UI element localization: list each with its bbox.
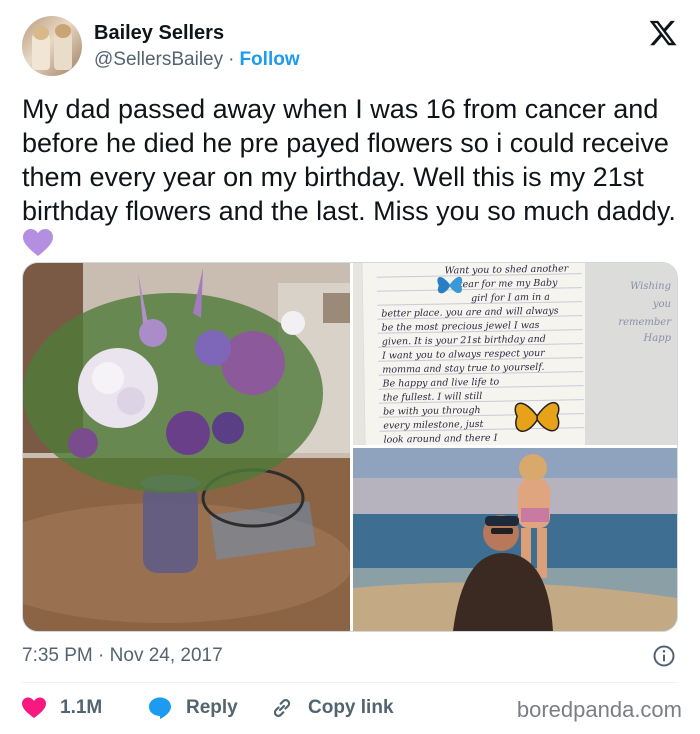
card-word: remember [618,317,671,328]
author-handle-row: @SellersBailey · Follow [94,49,300,71]
like-count: 1.1M [60,697,103,718]
watermark: boredpanda.com [516,697,682,722]
tweet-text: My dad passed away when I was 16 from ca… [22,92,682,262]
media-grid: Want you to shed another tear for me my … [22,262,678,632]
bouquet-illustration [23,263,350,631]
avatar[interactable] [22,16,82,76]
letter-line: look around and there I [383,432,498,445]
tweet-time: 7:35 PM [22,645,93,666]
flower-bouquet-photo[interactable] [23,263,350,631]
tweet-body: My dad passed away when I was 16 from ca… [22,94,676,226]
reply-button[interactable]: Reply [148,694,238,722]
like-button[interactable]: 1.1M [22,694,102,722]
heart-icon [22,697,46,718]
divider [22,682,678,683]
purple-heart-icon [23,229,53,256]
copy-link-button[interactable]: Copy link [270,694,394,722]
tweet-date: Nov 24, 2017 [109,645,223,666]
timestamp-separator: · [98,645,105,666]
letter-line: given. It is your 21st birthday and [381,333,546,348]
butterfly-icon [437,276,463,294]
action-bar: 1.1M Reply Copy link [22,694,482,722]
greeting-card: Wishing you remember Happ [585,263,677,445]
letter-line: every milestone, just [383,418,484,432]
follow-button[interactable]: Follow [239,49,299,70]
handle-separator: · [228,49,235,70]
x-logo-icon[interactable] [648,18,678,48]
author-handle[interactable]: @SellersBailey [94,49,223,70]
reply-label: Reply [186,697,238,718]
card-word: you [652,299,671,310]
copy-link-label: Copy link [308,697,394,718]
author-name[interactable]: Bailey Sellers [94,22,224,45]
letter-line: momma and stay true to yourself. [382,361,545,376]
link-icon [273,699,291,717]
letter-paper: Want you to shed another tear for me my … [361,263,593,445]
letter-line: tear for me my Baby [458,277,558,291]
butterfly-icon [514,402,560,432]
tweet-timestamp[interactable]: 7:35 PM · Nov 24, 2017 [22,645,223,667]
letter-line: I want you to always respect your [381,347,545,362]
father-daughter-beach-photo[interactable] [353,448,677,631]
letter-line: the fullest. I will still [382,390,483,404]
info-icon[interactable] [652,644,676,668]
letter-line: girl for I am in a [470,291,550,305]
beach-illustration [353,448,677,631]
letter-line: be with you through [382,404,481,418]
letter-line: Be happy and live life to [382,376,500,390]
letter-line: be the most precious jewel I was [381,319,540,334]
reply-bubble-icon [149,697,171,719]
tweet-header: Bailey Sellers @SellersBailey · Follow [22,16,682,80]
letter-line: better place. you are and will always [381,305,559,320]
handwritten-letter-photo[interactable]: Want you to shed another tear for me my … [353,263,677,445]
card-word: Wishing [630,281,671,292]
card-word: Happ [643,333,672,344]
